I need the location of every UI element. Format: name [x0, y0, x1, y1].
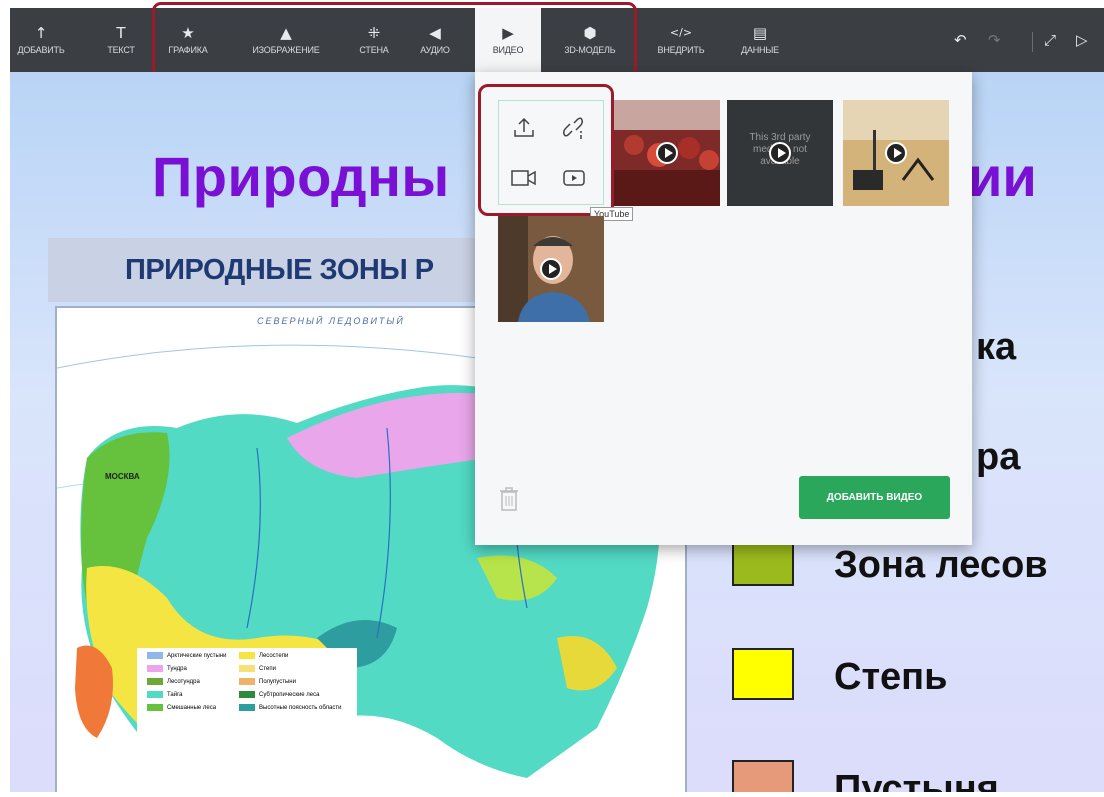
map-legend-item: Смешанные леса — [167, 704, 217, 711]
youtube-icon — [563, 170, 585, 186]
toolbar-data-button[interactable]: ▤ ДАННЫЕ — [728, 8, 792, 72]
video-source-panel — [498, 100, 604, 205]
youtube-video-button[interactable] — [559, 163, 589, 193]
star-icon: ★ — [181, 24, 195, 42]
map-legend-item: Лесостепи — [259, 652, 289, 659]
play-icon — [769, 142, 791, 164]
video-thumbnail[interactable] — [614, 100, 720, 206]
video-link-button[interactable] — [559, 113, 589, 143]
toolbar-audio-button[interactable]: ◀ АУДИО — [410, 8, 460, 72]
toolbar-text-label: ТЕКСТ — [107, 45, 135, 55]
cube-icon: ⬢ — [583, 24, 597, 42]
map-legend-swatch — [147, 704, 163, 711]
map-legend-swatch — [147, 678, 163, 685]
map-legend-swatch — [239, 678, 255, 685]
slide-title: Природны — [152, 145, 450, 208]
toolbar-data-label: ДАННЫЕ — [741, 45, 779, 55]
legend-swatch-steppe — [732, 648, 794, 700]
delete-trash-button[interactable] — [498, 486, 520, 512]
toolbar-graphics-button[interactable]: ★ ГРАФИКА — [160, 8, 216, 72]
map-legend-item: Высотные поясность области — [259, 704, 342, 711]
map-legend-item: Тайга — [167, 691, 183, 698]
toolbar-image-button[interactable]: ▲ ИЗОБРАЖЕНИЕ — [236, 8, 336, 72]
toolbar-video-label: ВИДЕО — [492, 45, 524, 55]
code-icon: </> — [669, 26, 693, 39]
camera-icon — [511, 170, 536, 186]
legend-label-forest: Зона лесов — [834, 544, 1048, 586]
toolbar-audio-label: АУДИО — [420, 45, 450, 55]
play-icon — [885, 142, 907, 164]
toolbar-divider — [1032, 32, 1033, 52]
add-video-button[interactable]: ДОБАВИТЬ ВИДЕО — [799, 476, 950, 519]
map-legend-swatch — [239, 665, 255, 672]
map-legend-item: Тундра — [167, 665, 187, 672]
toolbar-wall-button[interactable]: ⁜ СТЕНА — [350, 8, 398, 72]
legend-label-tundra: ка — [976, 326, 1017, 368]
record-video-button[interactable] — [509, 163, 539, 193]
map-legend-item: Субтропические леса — [259, 691, 320, 698]
map-legend-item: Степи — [259, 665, 276, 672]
video-play-icon: ▶ — [502, 24, 514, 42]
map-legend-swatch — [147, 691, 163, 698]
map-legend-swatch — [147, 665, 163, 672]
map-city-label: МОСКВА — [105, 472, 140, 481]
text-icon: T — [116, 24, 126, 42]
map-legend-swatch — [147, 652, 163, 659]
map-legend-item: Лесотундра — [167, 678, 200, 685]
map-legend-swatch — [239, 691, 255, 698]
speaker-icon: ◀ — [429, 24, 441, 42]
upload-arrow-icon: ↑ — [34, 24, 48, 42]
upload-video-button[interactable] — [509, 113, 539, 143]
document-icon: ▤ — [752, 24, 768, 42]
play-icon — [540, 258, 562, 280]
legend-label-desert: Пустыня — [834, 768, 999, 792]
preview-play-icon[interactable]: ▷ — [1076, 8, 1088, 72]
toolbar-add-label: ДОБАВИТЬ — [17, 45, 65, 55]
toolbar-add-button[interactable]: ↑ ДОБАВИТЬ — [10, 8, 72, 72]
map-ocean-label: СЕВЕРНЫЙ ЛЕДОВИТЫЙ — [257, 316, 405, 326]
video-thumbnail[interactable] — [843, 100, 949, 206]
toolbar-image-label: ИЗОБРАЖЕНИЕ — [252, 45, 320, 55]
wall-grid-icon: ⁜ — [367, 24, 381, 42]
redo-icon[interactable]: ↷ — [988, 8, 1001, 72]
trash-icon — [500, 487, 518, 511]
image-icon: ▲ — [280, 24, 292, 42]
legend-label-steppe: Степь — [834, 656, 948, 698]
legend-label-forest-tundra: ра — [976, 436, 1021, 478]
video-thumbnail-unavailable[interactable]: This 3rd party media is not available — [727, 100, 833, 206]
toolbar-3d-model-button[interactable]: ⬢ 3D-МОДЕЛЬ — [550, 8, 630, 72]
expand-icon[interactable]: ⤢ — [1044, 8, 1056, 72]
toolbar-3d-model-label: 3D-МОДЕЛЬ — [564, 45, 616, 55]
slide-subtitle: ПРИРОДНЫЕ ЗОНЫ Р — [125, 254, 434, 286]
play-icon — [656, 142, 678, 164]
toolbar-graphics-label: ГРАФИКА — [168, 45, 208, 55]
map-legend-item: Арктические пустыни — [167, 652, 227, 659]
map-legend: Арктические пустыни Тундра Лесотундра Та… — [147, 652, 367, 792]
top-toolbar: ↑ ДОБАВИТЬ T ТЕКСТ ★ ГРАФИКА ▲ ИЗОБРАЖЕН… — [10, 8, 1104, 72]
toolbar-text-button[interactable]: T ТЕКСТ — [98, 8, 144, 72]
toolbar-wall-label: СТЕНА — [359, 45, 389, 55]
link-icon — [563, 117, 583, 139]
toolbar-embed-label: ВНЕДРИТЬ — [657, 45, 705, 55]
upload-icon — [514, 117, 534, 137]
toolbar-embed-button[interactable]: </> ВНЕДРИТЬ — [644, 8, 718, 72]
map-legend-swatch — [239, 652, 255, 659]
map-legend-item: Полупустыни — [259, 678, 296, 685]
toolbar-video-button[interactable]: ▶ ВИДЕО — [475, 8, 541, 72]
slide-title-ending: ии — [968, 145, 1037, 208]
map-legend-swatch — [239, 704, 255, 711]
legend-swatch-desert — [732, 760, 794, 792]
undo-icon[interactable]: ↶ — [954, 8, 967, 72]
video-thumbnail[interactable] — [498, 216, 604, 322]
